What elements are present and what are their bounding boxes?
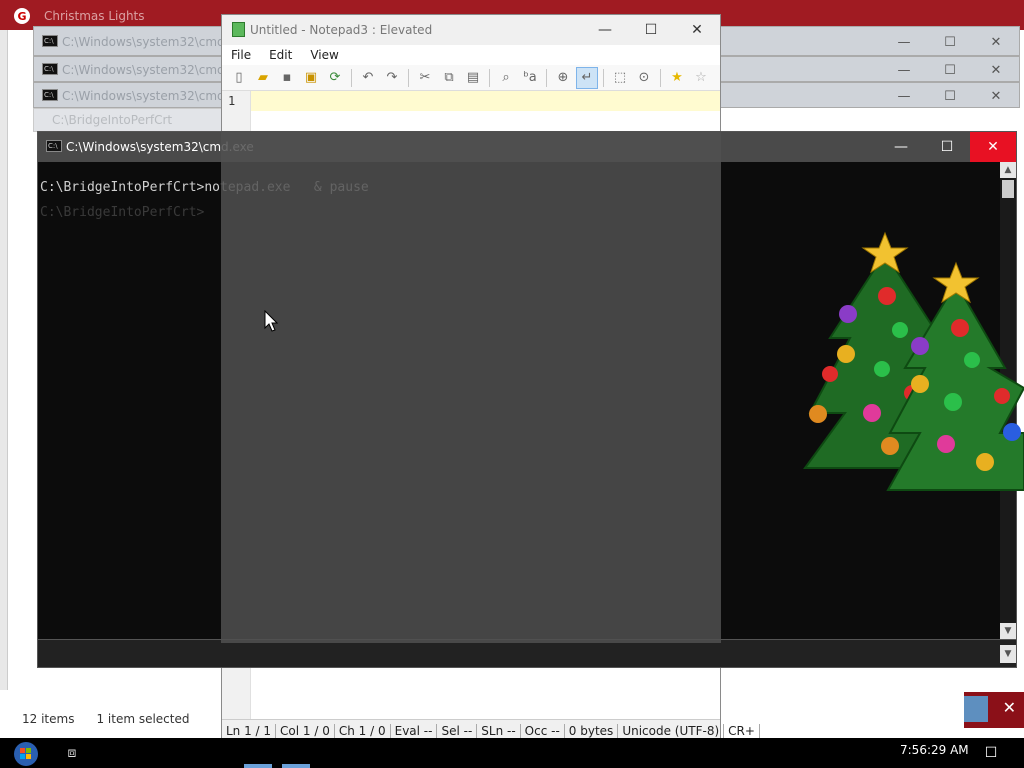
status-occurrences: Occ -- <box>521 723 565 738</box>
word-wrap-icon[interactable]: ↵ <box>576 66 598 89</box>
toolbar-separator <box>351 68 352 87</box>
scroll-down-arrow-icon[interactable]: ▼ <box>1000 645 1016 663</box>
favorite-star-icon[interactable]: ★ <box>666 67 688 89</box>
menu-edit[interactable]: Edit <box>269 48 292 62</box>
browser-g-icon: G <box>14 8 30 24</box>
taskbar-app-indicator[interactable] <box>282 764 310 768</box>
minimize-icon[interactable]: — <box>878 132 924 162</box>
maximize-icon[interactable]: ☐ <box>628 15 674 45</box>
menu-file[interactable]: File <box>231 48 251 62</box>
task-view-icon[interactable]: ⧈ <box>60 742 84 764</box>
explorer-nav-pane <box>0 30 8 690</box>
find-icon[interactable]: ⌕ <box>495 67 517 89</box>
action-center-icon[interactable]: ☐ <box>978 742 1004 764</box>
new-file-icon[interactable]: ▯ <box>228 67 250 89</box>
toolbar-separator <box>489 68 490 87</box>
status-eval: Eval -- <box>391 723 438 738</box>
maximize-icon[interactable]: ☐ <box>927 27 973 57</box>
christmas-trees-image <box>803 231 1024 491</box>
taskbar: ⧈ 7:56:29 AM ☐ <box>0 738 1024 768</box>
zoom-reset-icon[interactable]: ⊙ <box>633 67 655 89</box>
cmd-icon: C:\ <box>42 89 58 101</box>
notepad-app-icon <box>232 22 245 37</box>
close-icon[interactable]: ✕ <box>970 132 1016 162</box>
notepad-toolbar: ▯ ▰ ▪ ▣ ⟳ ↶ ↷ ✂ ⧉ ▤ ⌕ ᵇa ⊕ ↵ ⬚ ⊙ ★ ☆ <box>222 65 720 91</box>
notepad-title: Untitled - Notepad3 : Elevated <box>250 23 433 37</box>
add-favorite-icon[interactable]: ☆ <box>690 67 712 89</box>
current-line-highlight <box>251 91 720 111</box>
panel-thumbnail <box>964 696 988 722</box>
scroll-up-arrow-icon[interactable]: ▲ <box>1000 162 1016 178</box>
undo-icon[interactable]: ↶ <box>357 67 379 89</box>
explorer-status-bar: 12 items 1 item selected <box>8 706 218 732</box>
status-item-count: 12 items <box>22 712 75 726</box>
maximize-icon[interactable]: ☐ <box>927 57 973 83</box>
taskbar-clock[interactable]: 7:56:29 AM <box>900 743 969 757</box>
window-overlap-region <box>221 131 721 643</box>
maximize-icon[interactable]: ☐ <box>924 132 970 162</box>
minimize-icon[interactable]: — <box>582 15 628 45</box>
close-icon[interactable]: ✕ <box>973 83 1019 109</box>
close-icon[interactable]: ✕ <box>1003 698 1016 717</box>
background-cmd-window-4[interactable]: C:\BridgeIntoPerfCrt <box>33 108 223 132</box>
notepad-menu-bar: File Edit View <box>222 45 720 65</box>
minimize-icon[interactable]: — <box>881 57 927 83</box>
maximize-icon[interactable]: ☐ <box>927 83 973 109</box>
status-eol[interactable]: CR+ <box>724 723 760 738</box>
cmd-icon: C:\ <box>42 63 58 75</box>
scroll-down-arrow-icon[interactable]: ▼ <box>1000 623 1016 639</box>
toolbar-separator <box>660 68 661 87</box>
status-column: Col 1 / 0 <box>276 723 335 738</box>
view-whitespace-icon[interactable]: ⬚ <box>609 67 631 89</box>
status-selection: Sel -- <box>437 723 478 738</box>
open-folder-icon[interactable]: ▰ <box>252 67 274 89</box>
windows-start-icon[interactable] <box>10 741 42 767</box>
zoom-icon[interactable]: ⊕ <box>552 67 574 89</box>
minimize-icon[interactable]: — <box>881 83 927 109</box>
cmd-icon: C:\ <box>46 140 62 152</box>
toolbar-separator <box>408 68 409 87</box>
reload-icon[interactable]: ⟳ <box>324 67 346 89</box>
minimize-icon[interactable]: — <box>881 27 927 57</box>
cmd-icon: C:\ <box>42 35 58 47</box>
save-as-icon[interactable]: ▣ <box>300 67 322 89</box>
redo-icon[interactable]: ↷ <box>381 67 403 89</box>
replace-icon[interactable]: ᵇa <box>519 67 541 89</box>
paste-icon[interactable]: ▤ <box>462 67 484 89</box>
window-title: C:\BridgeIntoPerfCrt <box>52 113 173 127</box>
status-selected-count: 1 item selected <box>96 712 190 726</box>
close-icon[interactable]: ✕ <box>973 27 1019 57</box>
status-encoding[interactable]: Unicode (UTF-8) <box>618 723 725 738</box>
explorer-tab-title[interactable]: Christmas Lights <box>44 9 145 23</box>
menu-view[interactable]: View <box>310 48 338 62</box>
taskbar-app-indicator[interactable] <box>244 764 272 768</box>
status-bytes: 0 bytes <box>565 723 619 738</box>
notification-close-panel[interactable]: ✕ <box>964 692 1024 728</box>
scroll-thumb[interactable] <box>1002 180 1014 198</box>
toolbar-separator <box>603 68 604 87</box>
toolbar-separator <box>546 68 547 87</box>
cut-icon[interactable]: ✂ <box>414 67 436 89</box>
save-icon[interactable]: ▪ <box>276 67 298 89</box>
mouse-cursor-icon <box>264 310 278 332</box>
status-line: Ln 1 / 1 <box>222 723 277 738</box>
close-icon[interactable]: ✕ <box>674 15 720 45</box>
copy-icon[interactable]: ⧉ <box>438 67 460 89</box>
status-char: Ch 1 / 0 <box>335 723 391 738</box>
cmd-bottom-bar: ▼ <box>38 639 1016 667</box>
status-sel-lines: SLn -- <box>477 723 521 738</box>
close-icon[interactable]: ✕ <box>973 57 1019 83</box>
line-number: 1 <box>228 94 236 108</box>
